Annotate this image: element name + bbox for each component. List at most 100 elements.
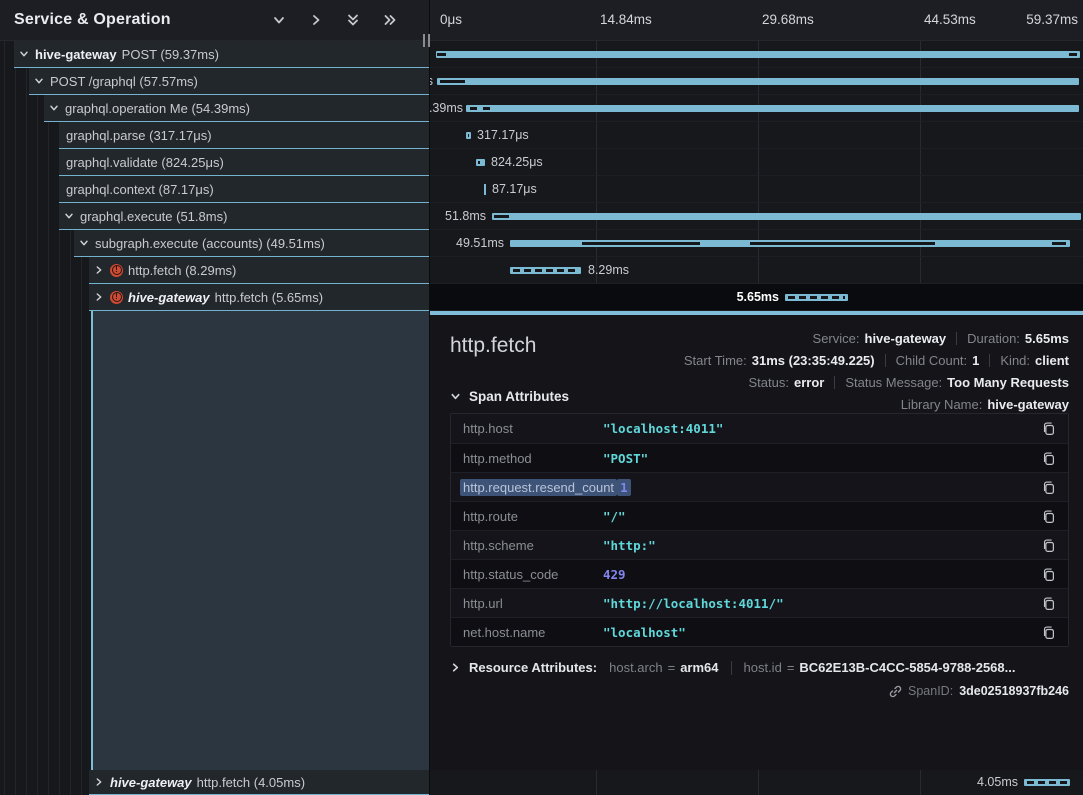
span-duration-label: 317.17μs xyxy=(477,122,529,149)
chevron-down-icon[interactable] xyxy=(78,237,90,249)
span-bar[interactable] xyxy=(466,105,1079,112)
span-row-graphql-parse[interactable]: graphql.parse (317.17μs) xyxy=(59,122,429,149)
tree-panel-header: Service & Operation xyxy=(0,0,429,41)
attribute-row-selected-text[interactable]: http.request.resend_count 1 xyxy=(451,472,1068,501)
expand-all-icon[interactable] xyxy=(383,13,397,27)
span-bar[interactable] xyxy=(436,51,1080,58)
meta-value: hive-gateway xyxy=(865,331,947,346)
span-duration-label: 54.39ms xyxy=(430,95,463,122)
copy-icon[interactable] xyxy=(1041,596,1056,611)
span-bar[interactable] xyxy=(437,78,1079,85)
link-icon[interactable] xyxy=(889,685,902,698)
span-row-graphql-validate[interactable]: graphql.validate (824.25μs) xyxy=(59,149,429,176)
span-bar-row[interactable]: 824.25μs xyxy=(430,149,1083,176)
span-id-row: SpanID: 3de02518937fb246 xyxy=(450,684,1069,698)
attribute-value: 429 xyxy=(603,567,626,582)
span-row-http-fetch-4ms[interactable]: hive-gateway http.fetch (4.05ms) xyxy=(89,770,429,795)
chevron-down-icon[interactable] xyxy=(18,48,30,60)
span-bar-row[interactable]: 87.17μs xyxy=(430,176,1083,203)
attribute-key: http.request.resend_count xyxy=(463,480,617,495)
chevron-right-icon[interactable] xyxy=(93,264,105,276)
meta-value: Too Many Requests xyxy=(947,375,1069,390)
span-bar-row[interactable]: 54.39ms xyxy=(430,95,1083,122)
span-label: http.fetch (8.29ms) xyxy=(128,263,236,278)
timeline-axis: 0μs 14.84ms 29.68ms 44.53ms 59.37ms xyxy=(430,0,1083,41)
attribute-value: 1 xyxy=(617,480,631,495)
attribute-row[interactable]: http.status_code 429 xyxy=(451,559,1068,588)
attribute-key: http.host xyxy=(463,421,603,436)
meta-label: Status Message: xyxy=(845,375,942,390)
attribute-value: "POST" xyxy=(603,451,648,466)
copy-icon[interactable] xyxy=(1041,480,1056,495)
attribute-row[interactable]: http.host "localhost:4011" xyxy=(451,414,1068,443)
chevron-down-icon[interactable] xyxy=(33,75,45,87)
span-row-subgraph-execute[interactable]: subgraph.execute (accounts) (49.51ms) xyxy=(74,230,429,257)
chevron-down-icon[interactable] xyxy=(48,102,60,114)
attribute-row[interactable]: http.route "/" xyxy=(451,501,1068,530)
chevron-down-icon xyxy=(450,391,461,402)
panel-resize-handle-icon[interactable] xyxy=(423,34,430,47)
span-bar[interactable] xyxy=(492,213,1081,220)
span-label: graphql.context (87.17μs) xyxy=(66,182,214,197)
attribute-key: http.url xyxy=(463,596,603,611)
copy-icon[interactable] xyxy=(1041,567,1056,582)
span-row-post-graphql[interactable]: POST /graphql (57.57ms) xyxy=(29,68,429,95)
span-duration-label: 824.25μs xyxy=(491,149,543,176)
span-bar[interactable] xyxy=(510,240,1070,247)
resource-attributes-row[interactable]: Resource Attributes: host.arch = arm64 h… xyxy=(450,660,1069,675)
attribute-key: http.status_code xyxy=(463,567,603,582)
chevron-right-icon[interactable] xyxy=(93,291,105,303)
resource-key: host.arch xyxy=(609,660,662,675)
collapse-all-icon[interactable] xyxy=(346,13,360,27)
timeline-panel: 0μs 14.84ms 29.68ms 44.53ms 59.37ms 57.5… xyxy=(430,0,1083,795)
span-id-label: SpanID: xyxy=(908,684,953,698)
attribute-key: http.scheme xyxy=(463,538,603,553)
attribute-row[interactable]: http.scheme "http:" xyxy=(451,530,1068,559)
span-bar-row[interactable]: 317.17μs xyxy=(430,122,1083,149)
span-tree-panel: Service & Operation hive-gateway POST (5… xyxy=(0,0,430,795)
tree-controls xyxy=(272,13,415,27)
span-row-http-fetch-8ms[interactable]: http.fetch (8.29ms) xyxy=(89,257,429,284)
copy-icon[interactable] xyxy=(1041,421,1056,436)
attribute-row[interactable]: http.method "POST" xyxy=(451,443,1068,472)
expand-one-icon[interactable] xyxy=(309,13,323,27)
attribute-row[interactable]: http.url "http://localhost:4011/" xyxy=(451,588,1068,617)
span-row-hive-gateway-post[interactable]: hive-gateway POST (59.37ms) xyxy=(14,41,429,68)
span-bar[interactable] xyxy=(785,294,848,301)
span-bar-row[interactable]: 51.8ms xyxy=(430,203,1083,230)
span-duration-label: 51.8ms xyxy=(445,203,486,230)
span-row-graphql-execute[interactable]: graphql.execute (51.8ms) xyxy=(59,203,429,230)
span-bar-row[interactable]: 8.29ms xyxy=(430,257,1083,284)
copy-icon[interactable] xyxy=(1041,538,1056,553)
chevron-right-icon[interactable] xyxy=(93,776,105,788)
span-bar-row[interactable]: 57.57ms xyxy=(430,68,1083,95)
span-bar[interactable] xyxy=(476,159,485,166)
span-bar-row[interactable]: 49.51ms xyxy=(430,230,1083,257)
resource-value: arm64 xyxy=(680,660,718,675)
copy-icon[interactable] xyxy=(1041,451,1056,466)
equals-sign: = xyxy=(787,660,795,675)
attribute-row[interactable]: net.host.name "localhost" xyxy=(451,617,1068,646)
collapse-one-icon[interactable] xyxy=(272,13,286,27)
axis-tick: 14.84ms xyxy=(600,12,652,27)
axis-tick: 29.68ms xyxy=(762,12,814,27)
attribute-value: "http:" xyxy=(603,538,656,553)
span-bar[interactable] xyxy=(484,184,486,195)
copy-icon[interactable] xyxy=(1041,625,1056,640)
span-bar[interactable] xyxy=(466,132,471,139)
span-row-http-fetch-5ms-selected[interactable]: hive-gateway http.fetch (5.65ms) xyxy=(89,284,429,311)
span-duration-label: 8.29ms xyxy=(588,257,629,284)
resource-key: host.id xyxy=(744,660,782,675)
span-attributes-table: http.host "localhost:4011" http.method "… xyxy=(450,413,1069,647)
span-row-graphql-context[interactable]: graphql.context (87.17μs) xyxy=(59,176,429,203)
span-label: http.fetch (5.65ms) xyxy=(215,290,323,305)
chevron-down-icon[interactable] xyxy=(63,210,75,222)
span-row-graphql-operation[interactable]: graphql.operation Me (54.39ms) xyxy=(44,95,429,122)
span-bar-row-selected[interactable]: 5.65ms xyxy=(430,284,1083,311)
span-bar-row[interactable] xyxy=(430,41,1083,68)
span-bar-row[interactable]: 4.05ms xyxy=(430,770,1083,795)
copy-icon[interactable] xyxy=(1041,509,1056,524)
span-bar[interactable] xyxy=(510,267,581,274)
span-bar[interactable] xyxy=(1024,779,1070,786)
meta-label: Status: xyxy=(749,375,789,390)
